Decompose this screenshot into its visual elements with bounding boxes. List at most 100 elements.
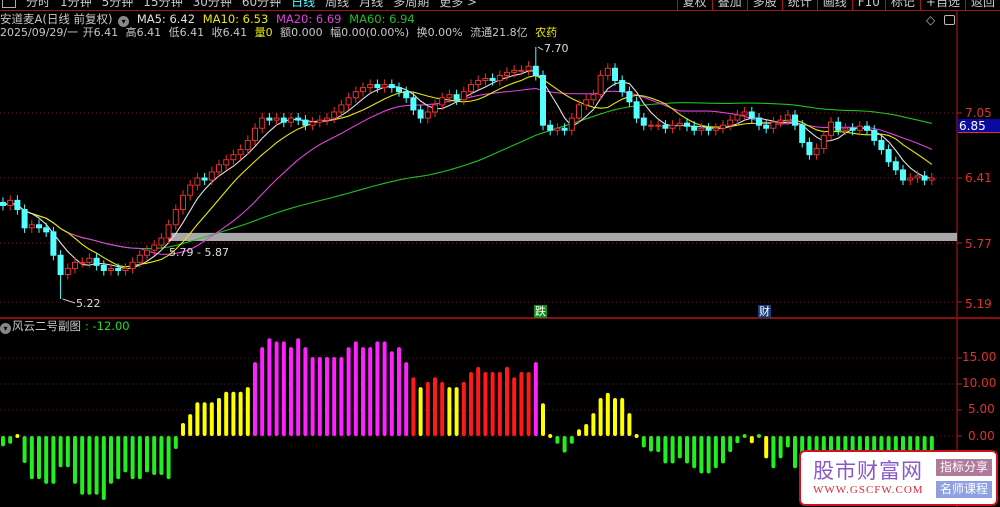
indicator-bar [605,392,610,436]
candle [842,127,849,131]
candle [424,111,431,119]
candle [568,117,575,131]
indicator-bar [613,398,617,436]
quote-sector[interactable]: 农药 [535,26,557,39]
candle [828,121,834,136]
indicator-bar [454,387,459,436]
candle [612,67,618,81]
candle [885,149,892,163]
indicator-dot [742,434,747,438]
indicator-bar [433,377,437,436]
indicator-bar [109,436,113,484]
kline-chart[interactable] [0,0,1000,507]
indicator-bar [130,436,135,480]
ma5-label: MA5: 6.42 [136,12,196,26]
indicator-bar [685,436,689,464]
indicator-bar [209,402,214,436]
quote-line: 2025/09/29/一 开6.41 高6.41 低6.41 收6.41 量0 … [0,26,561,39]
candle [252,127,258,141]
indicator-bar [325,356,329,436]
indicator-bar [706,436,711,474]
indicator-bar [137,436,142,480]
indicator-bar [512,377,517,436]
indicator-bar [80,436,85,495]
candle [604,67,611,76]
indicator-bar [771,436,776,469]
indicator-bar [332,356,337,436]
candle [115,267,122,271]
candle [705,127,712,131]
candle [64,267,71,276]
candle [633,101,640,119]
candle [900,169,906,181]
indicator-bar [569,436,574,444]
candle [309,121,316,126]
indicator-bar [519,372,524,436]
indicator-header: ▾ 风云二号副图 : -12.00 [0,320,134,334]
indicator-bar [217,398,221,436]
indicator-bar [224,391,229,436]
candle [655,124,662,127]
indicator-bar [44,436,49,484]
indicator-bar [195,402,200,436]
quote-float: 流通21.8亿 [470,26,528,39]
stock-title: 安道麦A(日线 前复权) [0,12,113,26]
indicator-bar [699,436,704,474]
indicator-bar [497,372,502,436]
indicator-bar [310,356,315,436]
indicator-bar [785,436,790,448]
candle [417,109,424,119]
candle [460,91,467,101]
quote-turnover: 换0.00% [416,26,463,39]
candle [921,175,928,181]
candle [36,224,42,229]
indicator-bar [483,372,488,436]
indicator-bar [238,391,243,436]
indicator-bar [656,436,661,453]
panel-icon[interactable] [944,15,955,25]
down-tag[interactable]: 跌 [534,305,547,318]
indicator-value: : -12.00 [85,319,130,333]
candle [684,122,690,127]
indicator-bar [555,436,560,444]
candle [849,127,856,131]
ma60-label: MA60: 6.94 [349,12,415,26]
indicator-settings-icon[interactable]: ▾ [0,323,11,334]
indicator-bar [152,436,157,475]
indicator-label: 0.00 [968,429,995,443]
indicator-bar [577,429,581,436]
candle [835,121,842,131]
indicator-bar [29,436,34,480]
indicator-bar [476,366,481,436]
stock-header: 安道麦A(日线 前复权) ▾ MA5: 6.42 MA10: 6.53 MA20… [0,13,419,27]
course-button[interactable]: 名师课程 [936,481,992,498]
indicator-share-button[interactable]: 指标分享 [936,459,992,476]
indicator-bar [533,362,538,436]
finance-tag[interactable]: 财 [758,305,771,318]
quote-range: 幅0.00(0.00%) [330,26,410,39]
watermark-url: WWW.GSCFW.COM [813,484,924,496]
indicator-bar [404,362,409,436]
candle [496,74,503,81]
indicator-bar [37,436,41,480]
indicator-dot [634,434,639,438]
candle [590,94,597,101]
indicator-bar [123,436,128,473]
candle [676,122,683,126]
indicator-bar [562,436,567,453]
indicator-dot [548,434,553,438]
candle [518,69,525,72]
indicator-bar [713,436,718,469]
candle [187,184,194,196]
candle [273,117,280,121]
indicator-bar [65,436,70,468]
indicator-bar [353,341,358,436]
candle [820,134,827,150]
indicator-title[interactable]: 风云二号副图 [12,319,81,333]
candle [43,227,50,233]
indicator-bar [188,414,193,436]
diamond-icon[interactable]: ◇ [926,13,935,27]
candle [100,264,107,271]
indicator-bar [375,341,380,436]
indicator-bar [51,436,56,484]
